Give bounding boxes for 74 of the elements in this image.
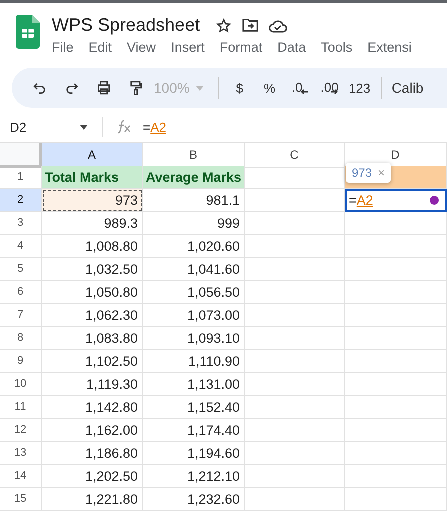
menu-item[interactable]: File [52, 40, 74, 55]
table-cell: 1,186.80 [42, 442, 143, 465]
table-cell: 1,093.10 [143, 327, 245, 350]
table-cell: 1,020.60 [143, 235, 245, 258]
tooltip-value: 973 [352, 166, 372, 180]
print-icon[interactable] [96, 80, 112, 96]
row-header[interactable]: 12 [0, 419, 42, 442]
referenced-cell: 973 [42, 189, 143, 212]
row-header[interactable]: 9 [0, 350, 42, 373]
table-cell: 1,032.50 [42, 258, 143, 281]
column-header[interactable]: C [245, 143, 345, 168]
caret-icon[interactable] [80, 124, 88, 130]
sheets-logo-icon[interactable] [16, 15, 40, 49]
table-cell: 1,194.60 [143, 442, 245, 465]
format-button[interactable]: % [254, 80, 285, 96]
dot-icon [430, 196, 439, 205]
table-cell: 1,212.10 [143, 465, 245, 488]
table-cell: 989.3 [42, 212, 143, 235]
font-selector[interactable]: Calib [392, 80, 424, 96]
table-cell: 999 [143, 212, 245, 235]
table-cell: 1,221.80 [42, 488, 143, 511]
folder-icon[interactable] [242, 18, 260, 33]
table-cell: 1,174.40 [143, 419, 245, 442]
table-cell: 981.1 [143, 189, 245, 212]
star-icon[interactable] [216, 18, 232, 34]
document-title[interactable]: WPS Spreadsheet [52, 15, 200, 36]
menu-item[interactable]: Extensi [368, 40, 412, 55]
menu-item[interactable]: View [127, 40, 156, 55]
table-cell: 1,232.60 [143, 488, 245, 511]
menu-item[interactable]: Insert [171, 40, 205, 55]
table-cell: 1,041.60 [143, 258, 245, 281]
table-cell: 1,083.80 [42, 327, 143, 350]
row-header[interactable]: 3 [0, 212, 42, 235]
row-header[interactable]: 6 [0, 281, 42, 304]
cloud-check-icon[interactable] [269, 18, 288, 32]
table-cell: 1,162.00 [42, 419, 143, 442]
table-cell: 1,008.80 [42, 235, 143, 258]
decrease-decimal-button[interactable]: .0 [284, 80, 315, 96]
menu-item[interactable]: Edit [88, 40, 112, 55]
table-cell: 1,142.80 [42, 396, 143, 419]
table-cell: 1,119.30 [42, 373, 143, 396]
table-cell: 1,056.50 [143, 281, 245, 304]
row-header[interactable]: 8 [0, 327, 42, 350]
row-header[interactable]: 4 [0, 235, 42, 258]
cell-reference[interactable]: D2 [0, 120, 80, 134]
row-header[interactable]: 7 [0, 304, 42, 327]
row-header[interactable]: 5 [0, 258, 42, 281]
table-cell: Average Marks [143, 166, 245, 189]
row-header[interactable]: 14 [0, 465, 42, 488]
row-header[interactable]: 2 [0, 189, 42, 212]
row-header[interactable]: 15 [0, 488, 42, 511]
row-header[interactable]: 11 [0, 396, 42, 419]
table-cell: 1,152.40 [143, 396, 245, 419]
table-cell: 1,110.90 [143, 350, 245, 373]
formula-text[interactable]: =A2 [143, 120, 166, 134]
row-header[interactable]: 10 [0, 373, 42, 396]
function-icon [117, 120, 133, 134]
active-cell[interactable]: =A2 [345, 189, 447, 212]
table-cell: 1,131.00 [143, 373, 245, 396]
table-cell: 1,062.30 [42, 304, 143, 327]
row-header[interactable]: 13 [0, 442, 42, 465]
column-header[interactable]: A [42, 143, 143, 168]
menu-item[interactable]: Data [278, 40, 306, 55]
paint-format-icon[interactable] [128, 80, 144, 96]
format-button[interactable]: 123 [344, 80, 375, 96]
table-cell: Total Marks [42, 166, 143, 189]
table-cell: 1,102.50 [42, 350, 143, 373]
menu-item[interactable]: Format [220, 40, 263, 55]
menu-item[interactable]: Tools [321, 40, 353, 55]
table-cell: 1,050.80 [42, 281, 143, 304]
table-cell: 1,202.50 [42, 465, 143, 488]
table-cell: 1,073.00 [143, 304, 245, 327]
format-button[interactable]: $ [224, 80, 255, 96]
formula-text[interactable]: =A2 [349, 193, 374, 208]
